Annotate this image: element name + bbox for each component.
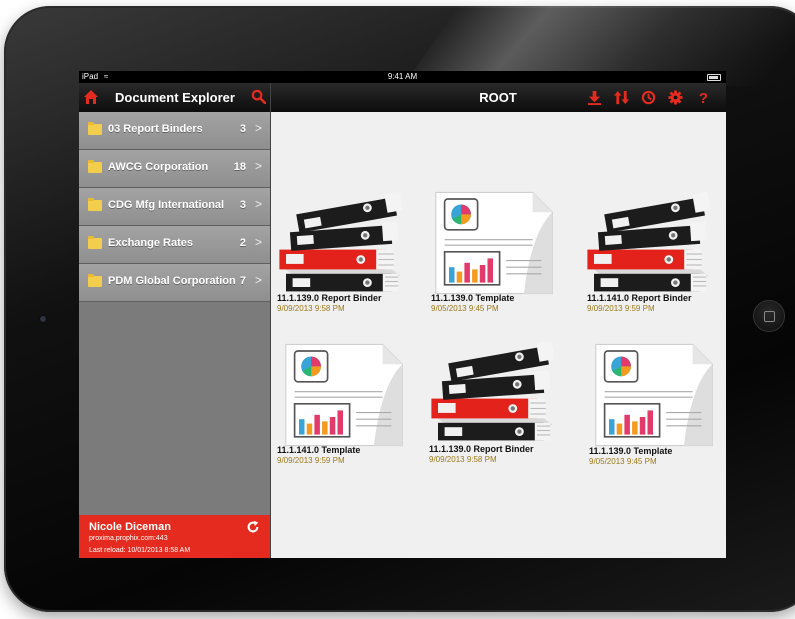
document-caption[interactable]: 11.1.141.0 Report Binder 9/09/2013 9:59 … [587,293,726,323]
folder-row-pdm-global-corporation[interactable]: PDM Global Corporation 7 > [79,264,270,302]
sidebar-title: Document Explorer [115,90,235,105]
folder-label: AWCG Corporation [108,161,209,173]
document-tile[interactable] [275,188,425,298]
document-tile[interactable] [277,340,427,450]
template-icon [277,340,409,450]
folder-label: 03 Report Binders [108,123,203,135]
document-name: 11.1.139.0 Report Binder [277,293,382,303]
document-caption[interactable]: 11.1.141.0 Template 9/09/2013 9:59 PM [277,445,427,475]
report-binder-icon [275,188,407,298]
chevron-right-icon: > [254,197,262,211]
document-date: 9/05/2013 9:45 PM [431,304,499,313]
document-name: 11.1.139.0 Template [589,446,673,456]
document-tile[interactable] [427,188,577,298]
chevron-right-icon: > [254,121,262,135]
sort-icon[interactable] [614,90,629,105]
chevron-right-icon: > [254,159,262,173]
folder-count: 3 [239,123,246,135]
folder-count: 2 [239,237,246,249]
document-date: 9/09/2013 9:59 PM [587,304,655,313]
folder-row-03-report-binders[interactable]: 03 Report Binders 3 > [79,112,270,150]
document-tile[interactable] [587,340,726,450]
server-address: proxima.prophix.com:443 [89,535,168,542]
folder-label: Exchange Rates [108,237,193,249]
document-name: 11.1.141.0 Template [277,445,361,455]
status-time: 9:41 AM [387,72,418,81]
search-icon[interactable] [251,89,266,104]
folder-list: 03 Report Binders 3 > AWCG Corporation 1… [79,112,270,302]
document-caption[interactable]: 11.1.139.0 Template 9/05/2013 9:45 PM [431,293,581,323]
folder-count: 7 [239,275,246,287]
document-caption[interactable]: 11.1.139.0 Report Binder 9/09/2013 9:58 … [429,444,579,474]
home-icon[interactable] [83,89,99,105]
document-caption[interactable]: 11.1.139.0 Report Binder 9/09/2013 9:58 … [277,293,427,323]
refresh-icon[interactable] [246,520,260,534]
folder-row-cdg-mfg-international[interactable]: CDG Mfg International 3 > [79,188,270,226]
folder-icon [88,236,102,249]
document-date: 9/05/2013 9:45 PM [589,457,657,466]
document-tile[interactable] [427,337,577,447]
main-header: ROOT ? [271,83,726,112]
download-icon[interactable] [587,90,602,105]
folder-icon [88,122,102,135]
folder-row-awcg-corporation[interactable]: AWCG Corporation 18 > [79,150,270,188]
folder-icon [88,160,102,173]
app-screen: iPad ≈ 9:41 AM Document Explorer 03 Repo… [79,71,726,558]
document-date: 9/09/2013 9:58 PM [277,304,345,313]
document-name: 11.1.139.0 Template [431,293,515,303]
folder-icon [88,274,102,287]
folder-icon [88,198,102,211]
chevron-right-icon: > [254,273,262,287]
svg-text:?: ? [699,90,708,105]
document-name: 11.1.141.0 Report Binder [587,293,692,303]
report-binder-icon [583,188,715,298]
settings-icon[interactable] [668,90,683,105]
last-reload: Last reload: 10/01/2013 8:58 AM [89,547,191,554]
chevron-right-icon: > [254,235,262,249]
report-binder-icon [427,337,559,447]
document-tile[interactable] [583,188,726,298]
help-icon[interactable]: ? [696,90,711,105]
status-bar: iPad ≈ 9:41 AM [79,71,726,83]
document-caption[interactable]: 11.1.139.0 Template 9/05/2013 9:45 PM [589,446,726,476]
user-name: Nicole Diceman [89,521,171,533]
front-camera [40,316,46,322]
sidebar: Document Explorer 03 Report Binders 3 > … [79,83,271,558]
folder-label: PDM Global Corporation [108,275,236,287]
document-name: 11.1.139.0 Report Binder [429,444,534,454]
page-title: ROOT [479,90,517,105]
main-content: ROOT ? 11.1.139.0 Report Binder 9/09/201… [271,83,726,558]
sidebar-header: Document Explorer [79,83,270,112]
user-footer: Nicole Diceman proxima.prophix.com:443 L… [79,515,270,558]
template-icon [427,188,559,298]
history-icon[interactable] [641,90,656,105]
battery-icon [707,74,721,81]
home-button[interactable] [753,300,785,332]
folder-count: 3 [239,199,246,211]
document-date: 9/09/2013 9:59 PM [277,456,345,465]
folder-row-exchange-rates[interactable]: Exchange Rates 2 > [79,226,270,264]
home-button-square [764,311,775,322]
folder-count: 18 [233,161,246,173]
folder-label: CDG Mfg International [108,199,225,211]
template-icon [587,340,719,450]
document-date: 9/09/2013 9:58 PM [429,455,497,464]
